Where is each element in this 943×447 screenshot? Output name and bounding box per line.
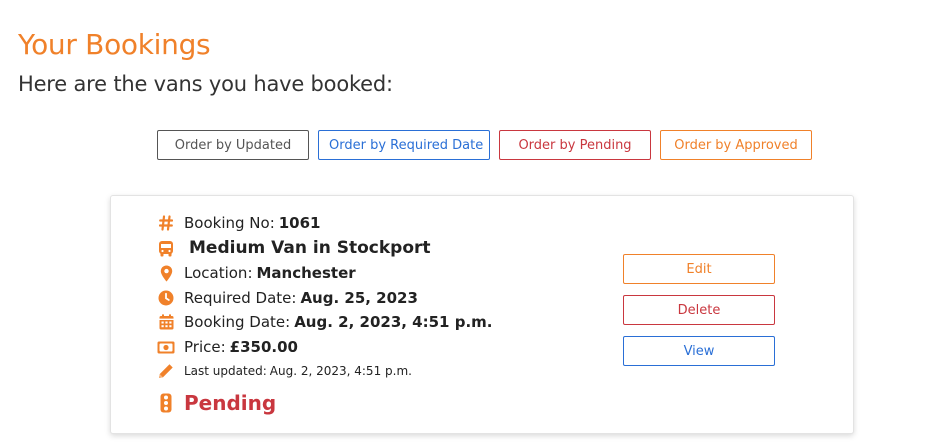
last-updated-value: Aug. 2, 2023, 4:51 p.m. <box>269 364 412 378</box>
view-button[interactable]: View <box>623 336 775 366</box>
booking-number-row: Booking No: 1061 <box>157 214 321 232</box>
order-by-pending-button[interactable]: Order by Pending <box>499 130 651 160</box>
location-label: Location: <box>184 264 253 282</box>
required-date-label: Required Date: <box>184 289 297 307</box>
required-date-value: Aug. 25, 2023 <box>300 289 418 307</box>
booking-card: Booking No: 1061 Medium Van in Stockport <box>110 195 854 434</box>
location-value: Manchester <box>256 264 356 282</box>
price-value: £350.00 <box>229 338 298 356</box>
page-subtitle: Here are the vans you have booked: <box>18 72 393 96</box>
pencil-icon <box>157 362 175 380</box>
required-date-row: Required Date: Aug. 25, 2023 <box>157 289 418 307</box>
page-title: Your Bookings <box>18 28 211 61</box>
booking-number-value: 1061 <box>278 214 321 232</box>
price-row: Price: £350.00 <box>157 338 298 356</box>
order-by-approved-button[interactable]: Order by Approved <box>660 130 812 160</box>
location-row: Location: Manchester <box>157 264 356 282</box>
last-updated-row: Last updated: Aug. 2, 2023, 4:51 p.m. <box>157 362 412 380</box>
booking-date-value: Aug. 2, 2023, 4:51 p.m. <box>294 313 493 331</box>
last-updated-label: Last updated: <box>184 364 267 378</box>
sort-toolbar: Order by Updated Order by Required Date … <box>157 130 812 160</box>
booking-date-label: Booking Date: <box>184 313 291 331</box>
money-bill-icon <box>157 338 175 356</box>
van-title-row: Medium Van in Stockport <box>157 238 431 258</box>
booking-date-row: Booking Date: Aug. 2, 2023, 4:51 p.m. <box>157 313 492 331</box>
order-by-updated-button[interactable]: Order by Updated <box>157 130 309 160</box>
order-by-required-date-button[interactable]: Order by Required Date <box>318 130 490 160</box>
delete-button[interactable]: Delete <box>623 295 775 325</box>
status-badge: Pending <box>184 391 277 415</box>
bookings-page: Your Bookings Here are the vans you have… <box>0 0 943 447</box>
status-row: Pending <box>157 391 276 415</box>
clock-icon <box>157 289 175 307</box>
edit-button[interactable]: Edit <box>623 254 775 284</box>
calendar-icon <box>157 313 175 331</box>
traffic-light-icon <box>157 393 175 413</box>
hash-icon <box>157 214 175 232</box>
van-title: Medium Van in Stockport <box>189 238 431 258</box>
booking-number-label: Booking No: <box>184 214 275 232</box>
map-pin-icon <box>157 264 175 282</box>
price-label: Price: <box>184 338 226 356</box>
bus-icon <box>157 239 175 257</box>
